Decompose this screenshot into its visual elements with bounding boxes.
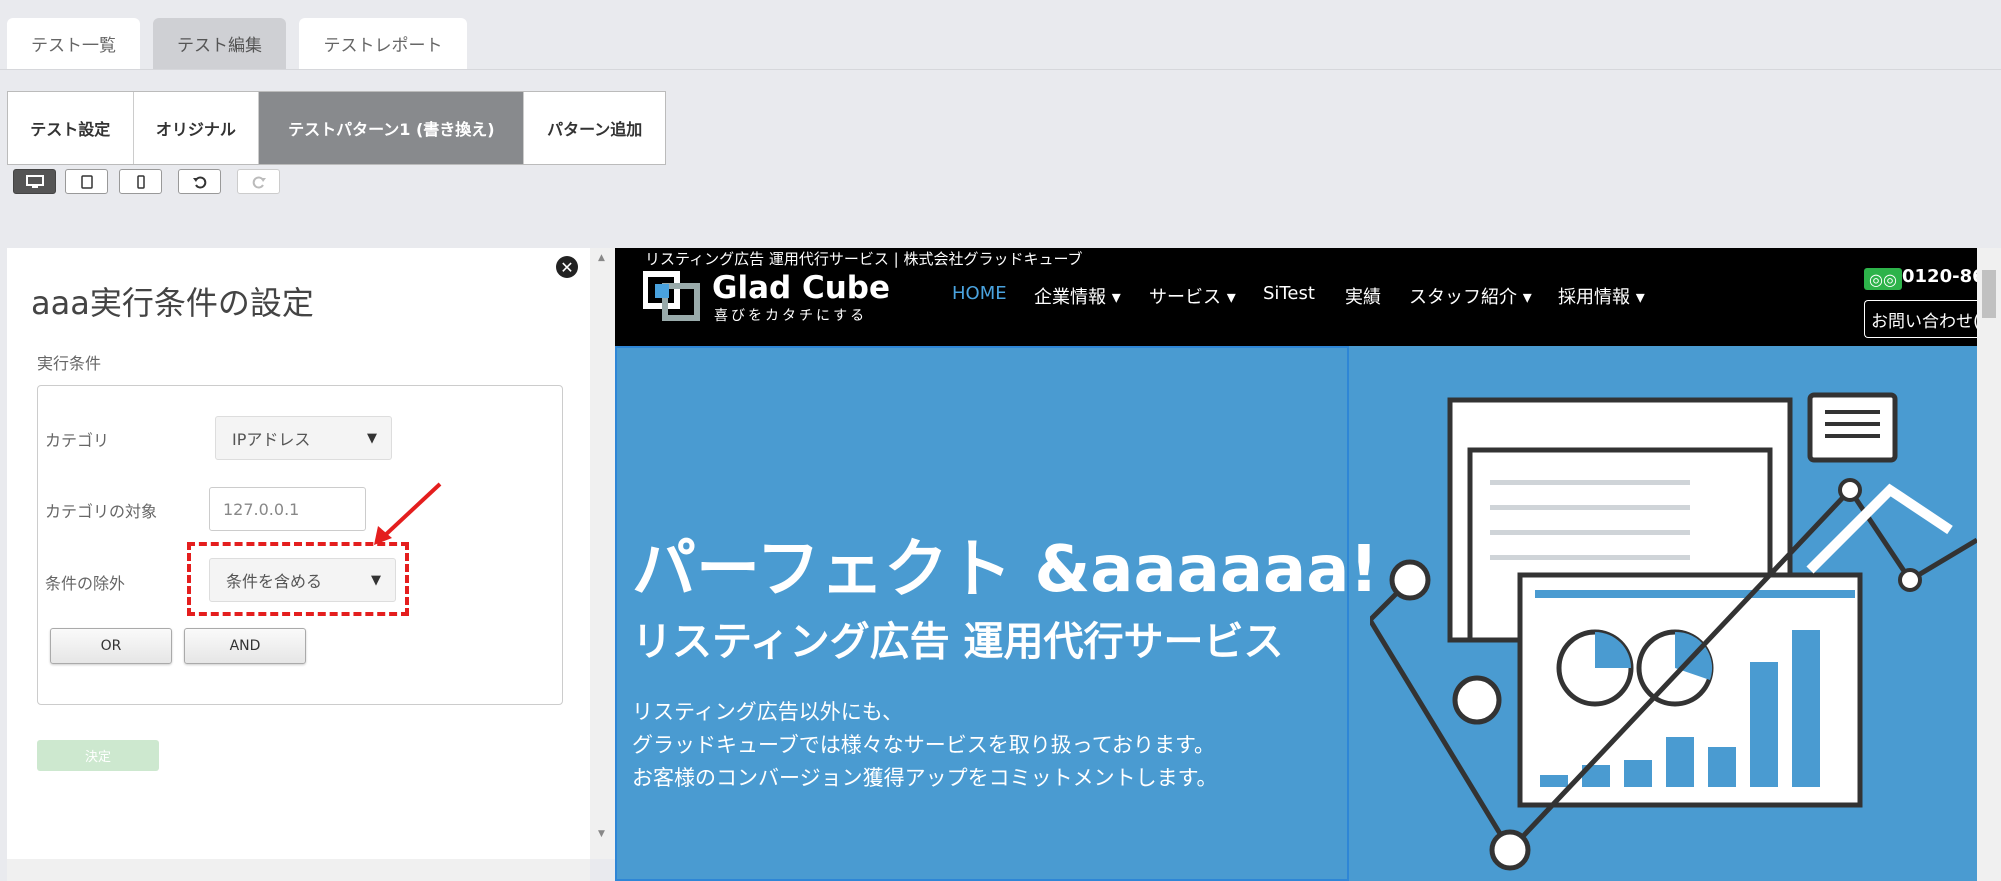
nav-sitest[interactable]: SiTest [1263, 283, 1315, 304]
tablet-icon [80, 174, 93, 189]
redo-icon [252, 176, 266, 188]
tablet-view-button[interactable] [65, 169, 108, 194]
exclude-label: 条件の除外 [45, 574, 126, 593]
hero-line-3: お客様のコンバージョン獲得アップをコミットメントします。 [632, 766, 1218, 790]
hero-line-1: リスティング広告以外にも、 [632, 700, 904, 724]
tab-add-pattern[interactable]: パターン追加 [524, 92, 665, 164]
tab-test-edit[interactable]: テスト編集 [153, 18, 286, 69]
section-label: 実行条件 [37, 354, 102, 373]
tab-test-pattern-1[interactable]: テストパターン1 (書き換え) [259, 92, 525, 164]
tab-test-settings[interactable]: テスト設定 [8, 92, 134, 164]
nav-staff[interactable]: スタッフ紹介 ▾ [1409, 283, 1532, 309]
caret-down-icon: ▼ [367, 430, 377, 446]
tab-test-report[interactable]: テストレポート [299, 18, 467, 69]
phone-number[interactable]: 0120-86 [1902, 266, 1985, 287]
gladcube-logo-icon [643, 271, 700, 321]
tab-original[interactable]: オリジナル [134, 92, 260, 164]
nav-company[interactable]: 企業情報 ▾ [1034, 283, 1121, 309]
scroll-up-icon[interactable]: ▲ [598, 253, 605, 263]
target-label: カテゴリの対象 [45, 502, 158, 521]
nav-home[interactable]: HOME [952, 283, 1007, 304]
panel-horizontal-scrollbar[interactable] [7, 859, 590, 881]
nav-results[interactable]: 実績 [1345, 283, 1381, 309]
close-icon: ✕ [560, 257, 574, 277]
panel-vertical-scrollbar[interactable]: ▲ ▼ [590, 248, 615, 859]
submit-button[interactable]: 決定 [37, 740, 159, 771]
mobile-icon [136, 174, 145, 189]
pattern-tab-bar: テスト設定 オリジナル テストパターン1 (書き換え) パターン追加 [7, 91, 666, 165]
hero-line-2: グラッドキューブでは様々なサービスを取り扱っております。 [632, 733, 1215, 757]
category-select-value: IPアドレス [232, 430, 311, 449]
target-input[interactable]: 127.0.0.1 [209, 487, 366, 531]
and-button[interactable]: AND [184, 628, 306, 664]
tab-test-list[interactable]: テスト一覧 [7, 18, 140, 69]
category-select[interactable]: IPアドレス ▼ [215, 416, 392, 460]
mobile-view-button[interactable] [119, 169, 162, 194]
close-button[interactable]: ✕ [556, 256, 578, 278]
site-logo-text[interactable]: Glad Cube [712, 270, 890, 306]
or-button[interactable]: OR [50, 628, 172, 664]
undo-icon [192, 176, 206, 188]
desktop-icon [25, 174, 44, 188]
hero-title: パーフェクト &aaaaaa! [632, 533, 1379, 607]
freedial-icon: ◎◎ [1864, 268, 1902, 290]
nav-service[interactable]: サービス ▾ [1149, 283, 1236, 309]
category-label: カテゴリ [45, 431, 110, 450]
hero-subtitle: リスティング広告 運用代行サービス [632, 619, 1284, 665]
desktop-view-button[interactable] [13, 169, 56, 194]
panel-title: aaa実行条件の設定 [31, 284, 314, 322]
nav-recruit[interactable]: 採用情報 ▾ [1558, 283, 1645, 309]
redo-button[interactable] [237, 169, 280, 194]
undo-button[interactable] [178, 169, 221, 194]
scroll-thumb[interactable] [1982, 270, 1996, 318]
preview-vertical-scrollbar[interactable] [1977, 248, 2001, 881]
scroll-down-icon[interactable]: ▼ [598, 829, 605, 839]
site-top-text: リスティング広告 運用代行サービス | 株式会社グラッドキューブ [645, 250, 1083, 268]
red-arrow-annotation [374, 482, 442, 545]
site-logo-tagline: 喜びをカタチにする [714, 308, 868, 324]
contact-button[interactable]: お問い合わせ( [1864, 300, 1977, 338]
highlight-box [187, 542, 409, 616]
analytics-illustration [1370, 392, 1977, 871]
